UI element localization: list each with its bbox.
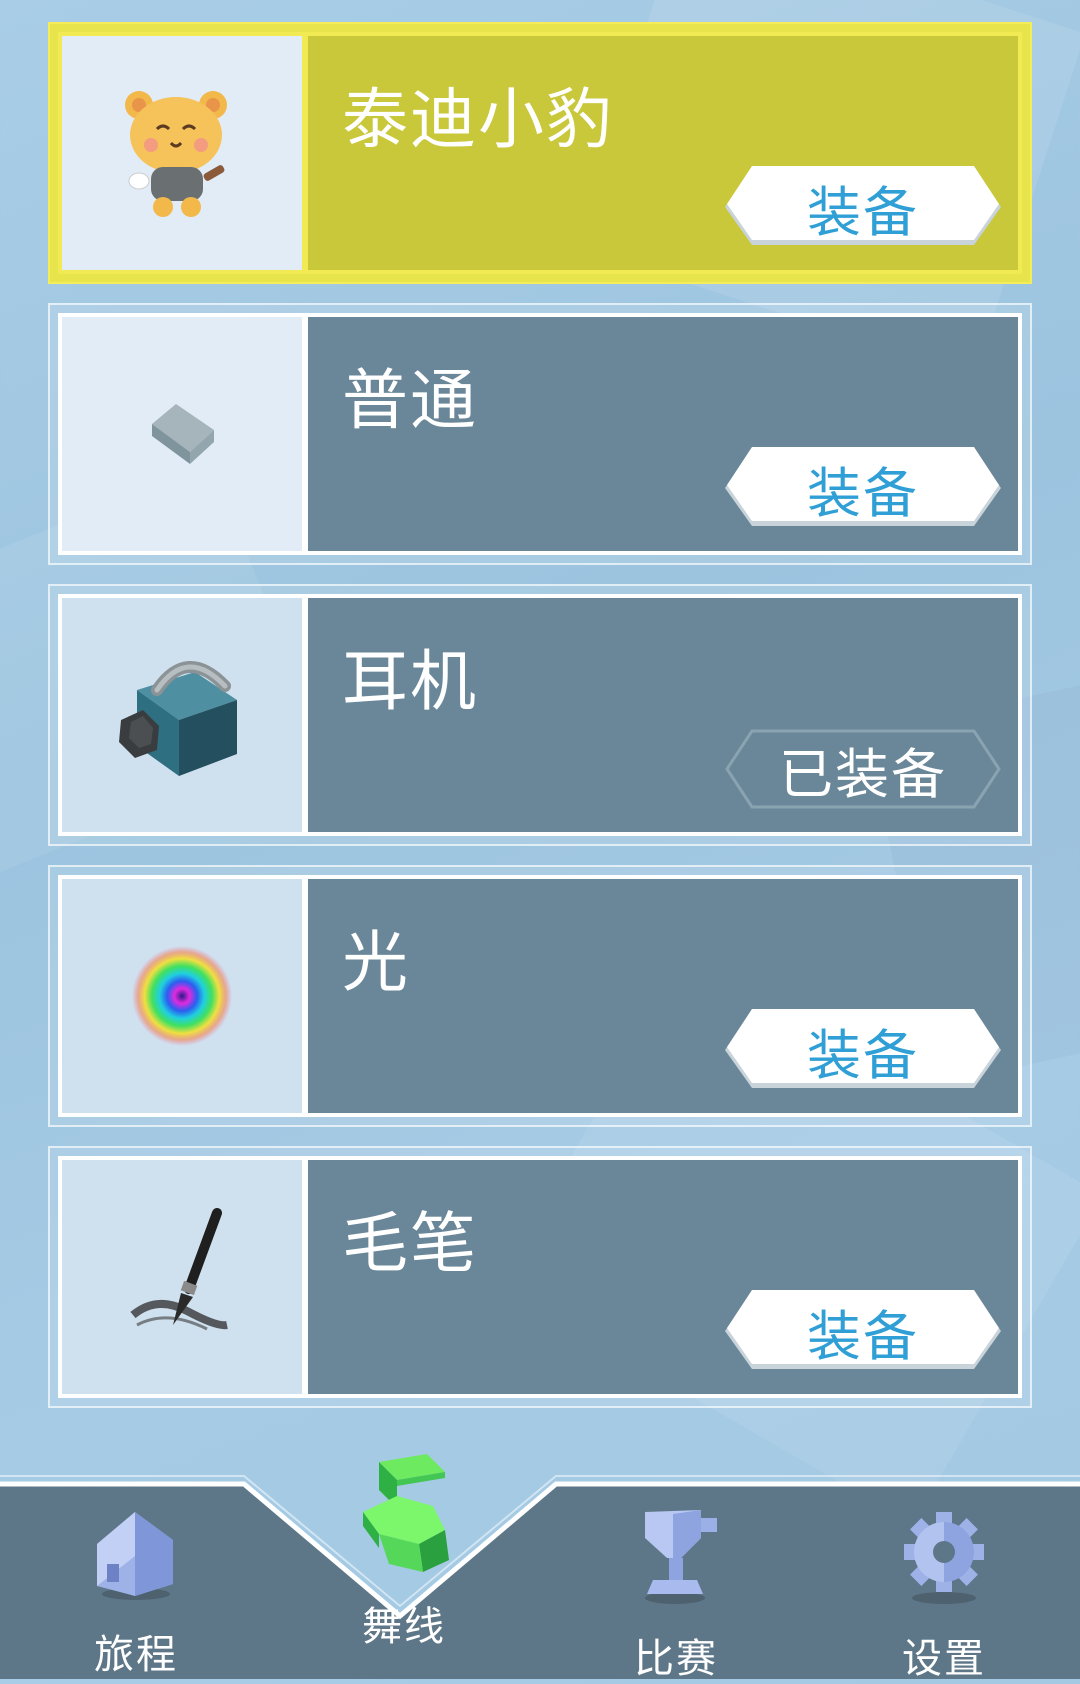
bottom-nav: 旅程 舞线 比赛 设置 [0, 1454, 1080, 1682]
skin-name: 毛笔 [342, 1205, 478, 1282]
nav-journey[interactable]: 旅程 [36, 1506, 236, 1678]
skin-thumbnail [62, 879, 308, 1113]
skin-name: 光 [342, 924, 410, 1001]
equip-button[interactable]: 装备 [722, 1290, 1004, 1372]
nav-match[interactable]: 比赛 [576, 1506, 776, 1682]
skin-card-frame: 毛笔 装备 [58, 1156, 1022, 1398]
trophy-icon [631, 1506, 721, 1606]
gear-icon [896, 1506, 992, 1606]
brush-icon [130, 1208, 228, 1331]
skin-thumbnail [62, 36, 308, 270]
skin-card-teddy-leopard[interactable]: 泰迪小豹 装备 [48, 22, 1032, 284]
nav-journey-label: 旅程 [94, 1632, 178, 1678]
nav-settings-label: 设置 [902, 1636, 986, 1682]
equip-button-label: 装备 [807, 1304, 919, 1368]
skin-name: 泰迪小豹 [342, 81, 614, 158]
skin-info-panel: 普通 装备 [308, 317, 1018, 551]
skin-thumbnail [62, 598, 308, 832]
teddy-leopard-icon [125, 91, 227, 217]
nav-settings[interactable]: 设置 [844, 1506, 1044, 1682]
skin-info-panel: 耳机 已装备 [308, 598, 1018, 832]
skin-card-frame: 光 装备 [58, 875, 1022, 1117]
skin-card-light[interactable]: 光 装备 [48, 865, 1032, 1127]
skin-name: 普通 [342, 362, 478, 439]
skin-info-panel: 毛笔 装备 [308, 1160, 1018, 1394]
nav-match-label: 比赛 [634, 1636, 718, 1682]
gray-block-icon [152, 404, 214, 464]
nav-dance-line-label: 舞线 [362, 1604, 446, 1650]
skin-card-normal[interactable]: 普通 装备 [48, 303, 1032, 565]
dance-line-logo-icon [349, 1450, 459, 1580]
headphone-cube-icon [119, 661, 237, 776]
skin-info-panel: 光 装备 [308, 879, 1018, 1113]
skin-card-frame: 泰迪小豹 装备 [58, 32, 1022, 274]
skin-card-frame: 普通 装备 [58, 313, 1022, 555]
equip-button-label: 装备 [807, 461, 919, 525]
skin-thumbnail [62, 1160, 308, 1394]
skin-card-headphone[interactable]: 耳机 已装备 [48, 584, 1032, 846]
skin-info-panel: 泰迪小豹 装备 [308, 36, 1018, 270]
skin-name: 耳机 [342, 643, 478, 720]
equip-button-label: 装备 [807, 1023, 919, 1087]
rainbow-light-icon [132, 946, 232, 1046]
equip-button-label: 装备 [807, 180, 919, 244]
nav-dance-line[interactable]: 舞线 [304, 1450, 504, 1650]
equip-button[interactable]: 装备 [722, 447, 1004, 529]
equipped-button[interactable]: 已装备 [722, 728, 1004, 810]
equipped-button-label: 已装备 [779, 742, 947, 806]
house-icon [91, 1506, 181, 1602]
skin-card-brush[interactable]: 毛笔 装备 [48, 1146, 1032, 1408]
skin-card-frame: 耳机 已装备 [58, 594, 1022, 836]
skin-thumbnail [62, 317, 308, 551]
equip-button[interactable]: 装备 [722, 1009, 1004, 1091]
equip-button[interactable]: 装备 [722, 166, 1004, 248]
